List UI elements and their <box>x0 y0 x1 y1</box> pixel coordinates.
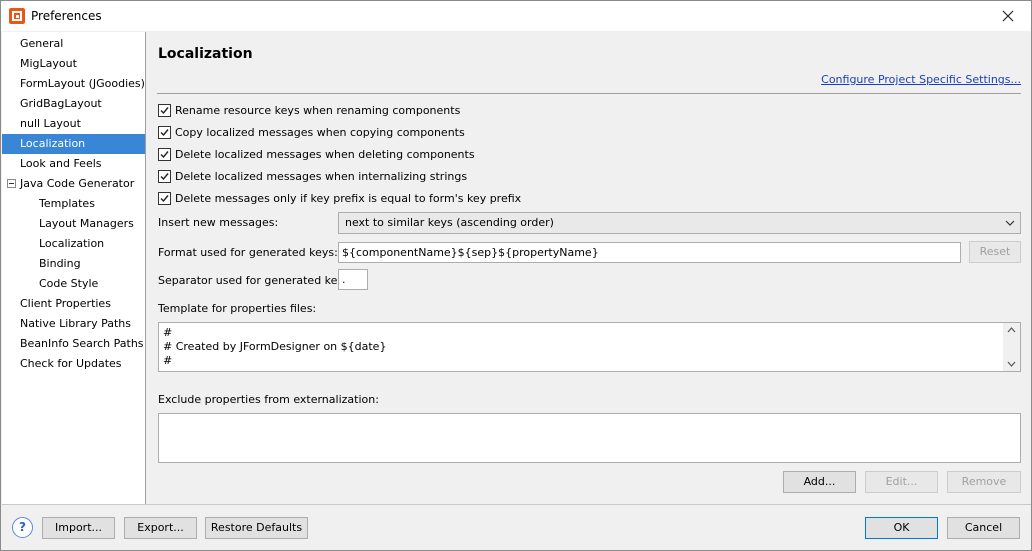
tree-item-gridbaglayout[interactable]: GridBagLayout <box>2 94 145 114</box>
help-button[interactable]: ? <box>12 517 33 538</box>
tree-item-label: Localization <box>39 237 105 250</box>
delete-messages-internalizing-checkbox[interactable] <box>158 169 171 183</box>
checkbox-label: Copy localized messages when copying com… <box>175 125 465 139</box>
rename-keys-checkbox[interactable] <box>158 103 171 117</box>
remove-button[interactable]: Remove <box>947 471 1021 493</box>
title-bar: Preferences <box>1 1 1031 31</box>
tree-item-label: Client Properties <box>20 297 111 310</box>
tree-item-client-properties[interactable]: Client Properties <box>2 294 145 314</box>
import-button[interactable]: Import... <box>42 517 115 539</box>
tree-item-label: Native Library Paths <box>20 317 131 330</box>
tree-item-general[interactable]: General <box>2 34 145 54</box>
insert-messages-select[interactable]: next to similar keys (ascending order) <box>338 212 1021 234</box>
separator-input[interactable]: . <box>338 269 368 290</box>
ok-button[interactable]: OK <box>865 517 938 539</box>
tree-item-label: MigLayout <box>20 57 77 70</box>
tree-item-label: FormLayout (JGoodies) <box>20 77 145 90</box>
export-button[interactable]: Export... <box>124 517 197 539</box>
delete-if-prefix-option[interactable]: Delete messages only if key prefix is eq… <box>158 190 521 206</box>
insert-messages-label: Insert new messages: <box>158 216 279 229</box>
tree-item-formlayout[interactable]: FormLayout (JGoodies) <box>2 74 145 94</box>
window-title: Preferences <box>31 9 102 23</box>
tree-item-label: Check for Updates <box>20 357 122 370</box>
collapse-toggle-icon[interactable] <box>7 179 16 188</box>
tree-item-beaninfo-search-paths[interactable]: BeanInfo Search Paths <box>2 334 145 354</box>
checkmark-icon <box>160 150 169 158</box>
close-button[interactable] <box>985 1 1031 31</box>
tree-item-templates[interactable]: Templates <box>2 194 145 214</box>
tree-item-label: GridBagLayout <box>20 97 102 110</box>
reset-button[interactable]: Reset <box>969 241 1021 263</box>
tree-item-label: Layout Managers <box>39 217 134 230</box>
tree-item-native-library-paths[interactable]: Native Library Paths <box>2 314 145 334</box>
tree-item-localization[interactable]: Localization <box>2 134 145 154</box>
preferences-window: Preferences General MigLayout FormLayout… <box>0 0 1032 551</box>
preferences-tree: General MigLayout FormLayout (JGoodies) … <box>2 32 146 504</box>
tree-item-label: Binding <box>39 257 81 270</box>
configure-project-settings-link[interactable]: Configure Project Specific Settings... <box>821 73 1021 86</box>
rename-keys-option[interactable]: Rename resource keys when renaming compo… <box>158 102 460 118</box>
tree-item-label: Java Code Generator <box>20 177 135 190</box>
scroll-up-icon[interactable] <box>1007 327 1016 333</box>
template-textarea[interactable]: # # Created by JFormDesigner on ${date} … <box>158 322 1021 372</box>
tree-item-label: BeanInfo Search Paths <box>20 337 144 350</box>
tree-item-label: Code Style <box>39 277 99 290</box>
checkmark-icon <box>160 194 169 202</box>
tree-item-label: Look and Feels <box>20 157 102 170</box>
close-icon <box>1002 10 1014 22</box>
restore-defaults-button[interactable]: Restore Defaults <box>205 517 308 539</box>
template-scrollbar[interactable] <box>1003 323 1020 371</box>
tree-item-codegen-localization[interactable]: Localization <box>2 234 145 254</box>
tree-item-check-for-updates[interactable]: Check for Updates <box>2 354 145 374</box>
template-label: Template for properties files: <box>158 302 317 315</box>
scroll-down-icon[interactable] <box>1007 361 1016 367</box>
tree-item-look-and-feels[interactable]: Look and Feels <box>2 154 145 174</box>
tree-item-label: General <box>20 37 64 50</box>
divider <box>157 93 1021 94</box>
checkmark-icon <box>160 172 169 180</box>
template-line: # Created by JFormDesigner on ${date} <box>163 340 387 353</box>
checkbox-label: Delete localized messages when internali… <box>175 169 468 183</box>
footer-divider <box>2 504 1031 505</box>
insert-messages-value: next to similar keys (ascending order) <box>345 216 554 229</box>
add-button[interactable]: Add... <box>783 471 856 493</box>
template-line: # <box>163 354 173 367</box>
exclude-list[interactable] <box>158 413 1021 463</box>
template-line: # <box>163 326 173 339</box>
tree-item-code-style[interactable]: Code Style <box>2 274 145 294</box>
checkbox-label: Delete messages only if key prefix is eq… <box>175 191 522 205</box>
checkbox-label: Rename resource keys when renaming compo… <box>175 103 461 117</box>
delete-messages-internalizing-option[interactable]: Delete localized messages when internali… <box>158 168 467 184</box>
checkbox-label: Delete localized messages when deleting … <box>175 147 475 161</box>
chevron-down-icon <box>1005 220 1015 226</box>
delete-if-prefix-checkbox[interactable] <box>158 191 171 205</box>
delete-messages-deleting-checkbox[interactable] <box>158 147 171 161</box>
tree-item-label: Localization <box>20 137 86 150</box>
localization-panel: Localization Configure Project Specific … <box>147 32 1031 504</box>
delete-messages-deleting-option[interactable]: Delete localized messages when deleting … <box>158 146 475 162</box>
tree-item-java-code-generator[interactable]: Java Code Generator <box>2 174 145 194</box>
format-keys-input[interactable]: ${componentName}${sep}${propertyName} <box>338 242 961 263</box>
format-keys-label: Format used for generated keys: <box>158 246 338 259</box>
copy-messages-checkbox[interactable] <box>158 125 171 139</box>
tree-item-label: Templates <box>39 197 95 210</box>
checkmark-icon <box>160 128 169 136</box>
app-logo-icon <box>9 8 25 24</box>
cancel-button[interactable]: Cancel <box>947 517 1020 539</box>
tree-item-layout-managers[interactable]: Layout Managers <box>2 214 145 234</box>
page-title: Localization <box>158 46 253 62</box>
copy-messages-option[interactable]: Copy localized messages when copying com… <box>158 124 465 140</box>
checkmark-icon <box>160 106 169 114</box>
tree-item-label: null Layout <box>20 117 81 130</box>
exclude-label: Exclude properties from externalization: <box>158 393 379 406</box>
separator-label: Separator used for generated keys: <box>158 274 354 287</box>
tree-item-binding[interactable]: Binding <box>2 254 145 274</box>
edit-button[interactable]: Edit... <box>865 471 938 493</box>
tree-item-null-layout[interactable]: null Layout <box>2 114 145 134</box>
tree-item-miglayout[interactable]: MigLayout <box>2 54 145 74</box>
